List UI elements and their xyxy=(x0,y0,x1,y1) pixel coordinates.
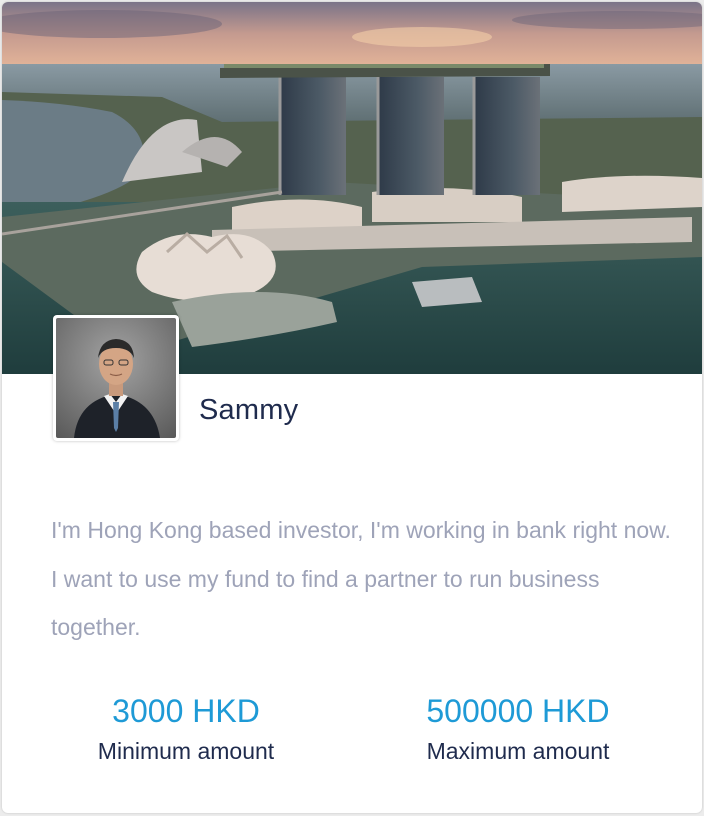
avatar-frame xyxy=(53,315,179,441)
minimum-amount-stat: 3000 HKD Minimum amount xyxy=(66,692,306,765)
minimum-amount-value: 3000 HKD xyxy=(112,693,260,729)
maximum-amount-label: Maximum amount xyxy=(426,738,610,764)
profile-name: Sammy xyxy=(199,394,299,426)
maximum-amount-stat: 500000 HKD Maximum amount xyxy=(378,692,658,765)
minimum-amount-label: Minimum amount xyxy=(97,738,275,764)
investor-card: Sammy I'm Hong Kong based investor, I'm … xyxy=(2,2,702,813)
profile-bio: I'm Hong Kong based investor, I'm workin… xyxy=(51,517,671,640)
avatar[interactable] xyxy=(56,318,176,438)
maximum-amount-value: 500000 HKD xyxy=(426,693,610,729)
